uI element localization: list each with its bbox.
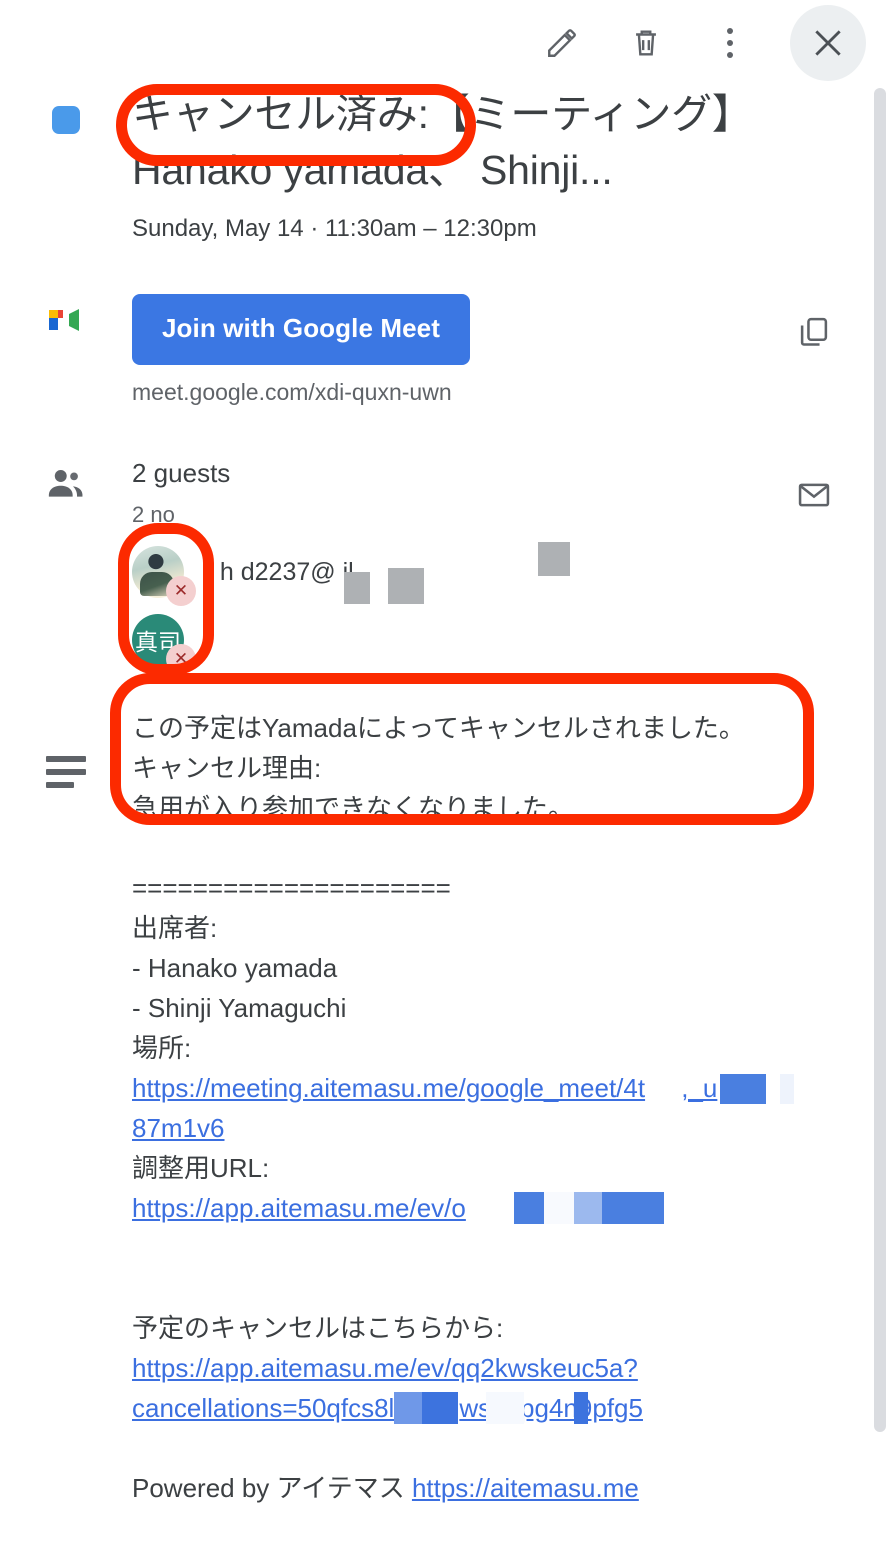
google-meet-section: Join with Google Meet meet.google.com/xd… [0,294,860,406]
redaction-block [344,572,370,604]
google-meet-icon [49,309,79,331]
page-title: キャンセル済み:【ミーティング】 Hanako yamada、 Shinji..… [132,86,860,198]
guests-response-label: 2 no [132,502,175,527]
event-toolbar [0,0,892,86]
location-url-cont[interactable]: 87m1v6 [132,1108,860,1148]
redaction-block [538,542,570,576]
location-url-part3[interactable]: 87m1v6 [132,1113,225,1143]
event-content: キャンセル済み:【ミーティング】 Hanako yamada、 Shinji..… [0,86,860,1544]
redaction-block [574,1392,588,1424]
redaction-block [486,1392,524,1424]
email-guests-button[interactable] [768,456,860,514]
redaction-block [514,1192,544,1224]
declined-icon: ✕ [166,576,196,606]
cancel-reason-label: キャンセル理由: [132,753,322,783]
mail-icon [798,483,830,507]
guests-count-label: 2 guests [132,458,231,488]
join-google-meet-button[interactable]: Join with Google Meet [132,294,470,365]
cancel-link-label: 予定のキャンセルはこちらから: [132,1313,504,1343]
event-details-panel: キャンセル済み:【ミーティング】 Hanako yamada、 Shinji..… [0,0,892,1544]
redaction-block [394,1392,422,1424]
event-header: キャンセル済み:【ミーティング】 Hanako yamada、 Shinji..… [0,86,860,246]
attendee-name: - Shinji Yamaguchi [132,993,347,1023]
edit-button[interactable] [538,19,586,67]
avatar: ✕ [132,546,196,606]
description-body: この予定はYamadaによってキャンセルされました。 キャンセル理由: 急用が入… [132,708,860,1508]
description-lines-icon [46,714,86,788]
copy-icon [800,317,828,346]
attendees-label: 出席者: [132,913,218,943]
delete-button[interactable] [622,19,670,67]
event-title-line2: Hanako yamada、 Shinji... [132,147,613,193]
calendar-color-indicator [52,106,80,134]
redaction-block [602,1192,664,1224]
event-datetime: Sunday, May 14 · 11:30am – 12:30pm [132,215,537,242]
close-icon [815,30,841,56]
cancel-url-line2[interactable]: cancellations=50qfcs8lt ws71pg4n9pfg5 [132,1388,860,1428]
avatar: 真司 ✕ [132,614,196,674]
list-item[interactable]: ✕ t h d2237@ il. [132,538,768,606]
copy-meet-link-button[interactable] [768,294,860,350]
guests-section: 2 guests 2 no ✕ t h d2237@ il. 真司 ✕ [0,456,860,674]
more-options-button[interactable] [706,19,754,67]
scrollbar-thumb[interactable] [874,88,886,1432]
cancel-url-part1[interactable]: cancellations=50qfcs8lt [132,1393,402,1423]
powered-by-line: Powered by アイテマス https://aitemasu.me [132,1468,860,1508]
guests-icon-gutter [0,456,132,504]
declined-icon: ✕ [166,644,196,674]
pencil-icon [548,29,576,57]
powered-by-text: Powered by アイテマス [132,1473,412,1503]
trash-icon [636,30,656,56]
cancel-reason: 急用が入り参加できなくなりました。 [132,793,575,823]
guest-list: ✕ t h d2237@ il. 真司 ✕ [132,538,768,674]
people-icon [48,470,83,497]
cancel-notice: この予定はYamadaによってキャンセルされました。 [132,713,745,743]
event-title-line1: キャンセル済み:【ミーティング】 [132,91,753,137]
location-label: 場所: [132,1033,192,1063]
location-url-part1[interactable]: https://meeting.aitemasu.me/google_meet/… [132,1073,645,1103]
redaction-block [388,568,424,604]
location-url[interactable]: https://meeting.aitemasu.me/google_meet/… [132,1068,860,1108]
location-url-part2[interactable]: ,_u [681,1073,717,1103]
guest-email: t h d2237@ il. [206,557,361,586]
adjust-url-label: 調整用URL: [132,1153,270,1183]
attendee-name: - Hanako yamada [132,953,338,983]
list-item[interactable]: 真司 ✕ [132,606,768,674]
redaction-block [574,1192,602,1224]
adjust-url-part1[interactable]: https://app.aitemasu.me/ev/o [132,1193,466,1223]
adjust-url[interactable]: https://app.aitemasu.me/ev/o a [132,1188,860,1228]
powered-by-url[interactable]: https://aitemasu.me [412,1473,639,1503]
scrollbar[interactable] [874,84,886,1436]
redaction-block [720,1074,766,1104]
meet-icon-gutter [0,294,132,340]
description-section: この予定はYamadaによってキャンセルされました。 キャンセル理由: 急用が入… [0,708,860,1508]
description-icon-gutter [0,708,132,788]
redaction-block [544,1192,574,1224]
close-button[interactable] [790,5,866,81]
cancel-url-text-1[interactable]: https://app.aitemasu.me/ev/qq2kwskeuc5a? [132,1353,638,1383]
redaction-block [422,1392,458,1424]
divider-text: ===================== [132,873,451,903]
cancel-url-line1[interactable]: https://app.aitemasu.me/ev/qq2kwskeuc5a? [132,1348,860,1388]
three-dot-icon [727,28,733,58]
calendar-color-gutter [0,86,132,134]
meet-url-text: meet.google.com/xdi-quxn-uwn [132,379,452,405]
redaction-block [780,1074,794,1104]
